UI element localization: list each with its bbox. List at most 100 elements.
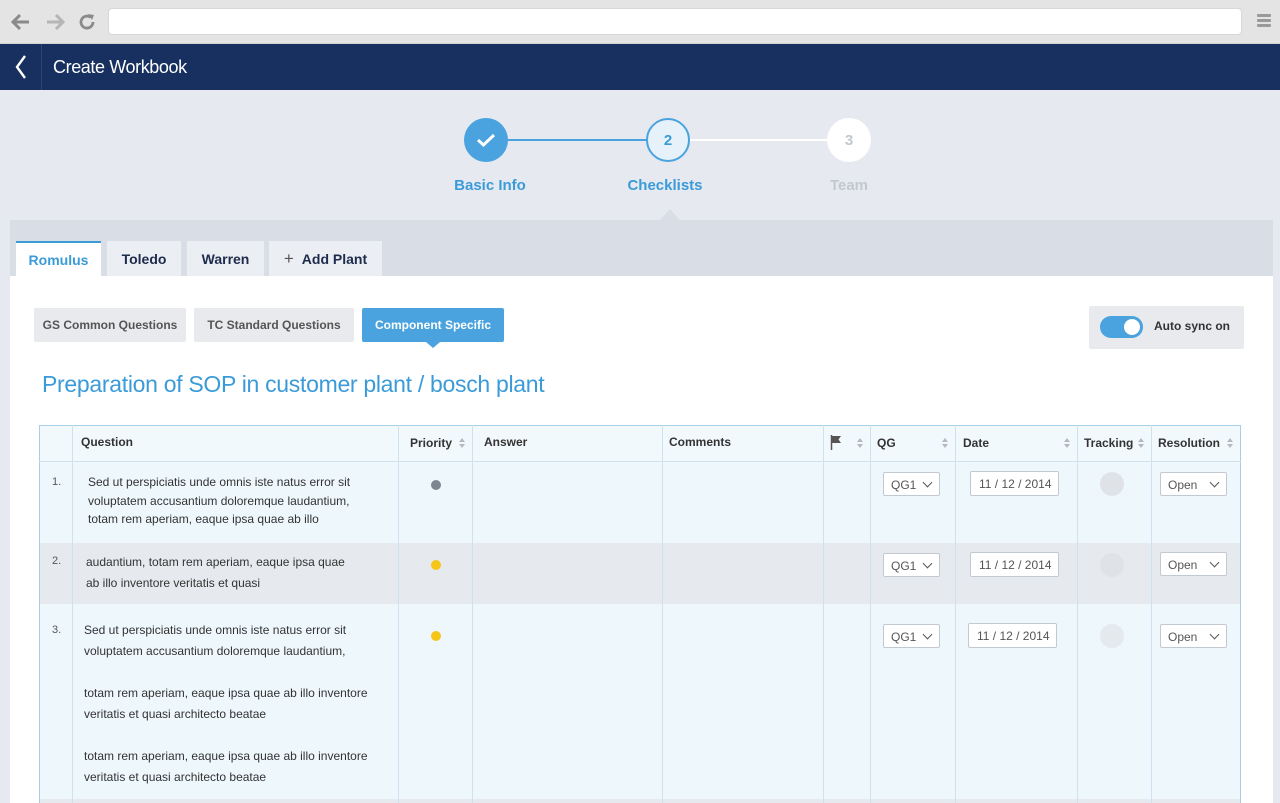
- answer-cell[interactable]: [472, 798, 663, 803]
- question-line: veritatis et quasi architecto beatae: [84, 706, 267, 721]
- tab-label: Toledo: [121, 250, 167, 267]
- select-value: Open: [1168, 629, 1198, 644]
- row-number: 1.: [39, 461, 73, 543]
- chevron-down-icon: [922, 629, 933, 639]
- sort-icon[interactable]: [942, 438, 949, 449]
- check-icon: [476, 133, 496, 148]
- date-cell: 11 / 12 / 2014: [955, 461, 1078, 543]
- resolution-select[interactable]: Open: [1160, 623, 1227, 648]
- tracking-indicator[interactable]: [1100, 623, 1124, 648]
- browser-back-icon[interactable]: [10, 11, 32, 33]
- qg-cell: [870, 798, 956, 803]
- add-plant-button[interactable]: + Add Plant: [269, 241, 382, 276]
- tab-label: Add Plant: [301, 250, 368, 267]
- tab-label: Warren: [201, 250, 250, 267]
- question-cell: audantium, totam rem aperiam, eaque ipsa…: [72, 542, 399, 604]
- date-input[interactable]: 11 / 12 / 2014: [968, 622, 1057, 648]
- segment-gs-common-questions[interactable]: GS Common Questions: [34, 308, 186, 342]
- flag-cell[interactable]: [823, 461, 871, 543]
- qg-select[interactable]: QG1: [883, 472, 940, 496]
- answer-cell[interactable]: [472, 461, 663, 543]
- comments-cell[interactable]: [662, 603, 824, 799]
- resolution-cell: [1151, 798, 1241, 803]
- chevron-down-icon: [922, 558, 933, 568]
- resolution-cell: Open: [1151, 542, 1241, 604]
- tab-toledo[interactable]: Toledo: [107, 241, 181, 276]
- comments-cell[interactable]: [662, 542, 824, 604]
- browser-forward-icon[interactable]: [44, 11, 66, 33]
- checklist-panel: Romulus Toledo Warren + Add Plant GS Com…: [10, 220, 1273, 803]
- flag-cell[interactable]: [823, 798, 871, 803]
- step-basic-info[interactable]: [464, 118, 508, 162]
- table-row: 2. audantium, totam rem aperiam, eaque i…: [39, 542, 1241, 604]
- answer-cell[interactable]: [472, 542, 663, 604]
- step-label-team: Team: [829, 177, 869, 194]
- header-label: Answer: [484, 435, 528, 449]
- segment-label: TC Standard Questions: [207, 318, 341, 332]
- address-bar[interactable]: [108, 8, 1242, 35]
- table-row: [39, 798, 1241, 803]
- question-line: totam rem aperiam, eaque ipsa quae ab il…: [84, 685, 368, 700]
- step-checklists[interactable]: 2: [646, 118, 690, 162]
- auto-sync-toggle[interactable]: [1100, 316, 1143, 338]
- qg-cell: QG1: [870, 542, 956, 604]
- tracking-indicator[interactable]: [1100, 472, 1124, 496]
- flag-cell[interactable]: [823, 542, 871, 604]
- priority-cell: [398, 603, 473, 799]
- date-input[interactable]: 11 / 12 / 2014: [970, 551, 1059, 577]
- col-header-resolution[interactable]: Resolution: [1151, 425, 1241, 462]
- question-line: voluptatem accusantium doloremque laudan…: [88, 493, 350, 508]
- priority-cell: [398, 461, 473, 543]
- priority-cell: [398, 798, 473, 803]
- back-button[interactable]: [0, 44, 42, 90]
- date-input[interactable]: 11 / 12 / 2014: [970, 471, 1059, 496]
- sort-icon[interactable]: [1227, 438, 1234, 449]
- col-header-qg[interactable]: QG: [870, 425, 956, 462]
- resolution-select[interactable]: Open: [1160, 551, 1227, 576]
- answer-cell[interactable]: [472, 603, 663, 799]
- auto-sync-control: Auto sync on: [1089, 306, 1244, 349]
- step-number: 2: [663, 131, 673, 149]
- resolution-cell: Open: [1151, 603, 1241, 799]
- col-header-tracking[interactable]: Tracking: [1077, 425, 1152, 462]
- browser-menu-icon[interactable]: [1257, 14, 1271, 28]
- col-header-priority[interactable]: Priority: [398, 425, 473, 462]
- qg-select[interactable]: QG1: [883, 552, 940, 577]
- question-line: [84, 725, 398, 746]
- priority-dot: [431, 630, 441, 641]
- plus-icon: +: [283, 249, 294, 268]
- col-header-flag[interactable]: [823, 425, 871, 462]
- col-header-question: Question: [72, 425, 399, 462]
- browser-reload-icon[interactable]: [76, 11, 98, 33]
- step-team[interactable]: 3: [827, 118, 871, 162]
- question-line: Sed ut perspiciatis unde omnis iste natu…: [88, 475, 351, 489]
- date-cell: 11 / 12 / 2014: [955, 542, 1078, 604]
- select-value: QG1: [891, 629, 917, 644]
- question-line: veritatis et quasi architecto beatae: [84, 769, 267, 784]
- qg-select[interactable]: QG1: [883, 623, 940, 648]
- segment-tc-standard-questions[interactable]: TC Standard Questions: [194, 308, 354, 342]
- resolution-select[interactable]: Open: [1160, 472, 1227, 496]
- priority-dot: [431, 559, 441, 570]
- flag-icon: [830, 435, 841, 450]
- active-step-pointer: [660, 209, 680, 220]
- tab-warren[interactable]: Warren: [187, 241, 264, 276]
- tracking-cell: [1077, 542, 1152, 604]
- app-header: Create Workbook: [0, 44, 1280, 90]
- sort-icon[interactable]: [459, 438, 466, 449]
- sort-icon[interactable]: [1064, 438, 1071, 449]
- header-label: Date: [963, 436, 990, 450]
- col-header-date[interactable]: Date: [955, 425, 1078, 462]
- segment-component-specific[interactable]: Component Specific: [362, 308, 504, 342]
- header-label: Tracking: [1084, 436, 1134, 450]
- comments-cell[interactable]: [662, 461, 824, 543]
- question-line: ab illo inventore veritatis et quasi: [86, 575, 261, 590]
- progress-stepper: 2 3 Basic Info Checklists Team: [0, 90, 1280, 230]
- chevron-left-icon: [15, 55, 26, 79]
- sort-icon[interactable]: [1138, 438, 1145, 449]
- flag-cell[interactable]: [823, 603, 871, 799]
- tracking-indicator[interactable]: [1100, 552, 1124, 577]
- comments-cell[interactable]: [662, 798, 824, 803]
- sort-icon[interactable]: [857, 438, 864, 449]
- tab-romulus[interactable]: Romulus: [16, 241, 101, 276]
